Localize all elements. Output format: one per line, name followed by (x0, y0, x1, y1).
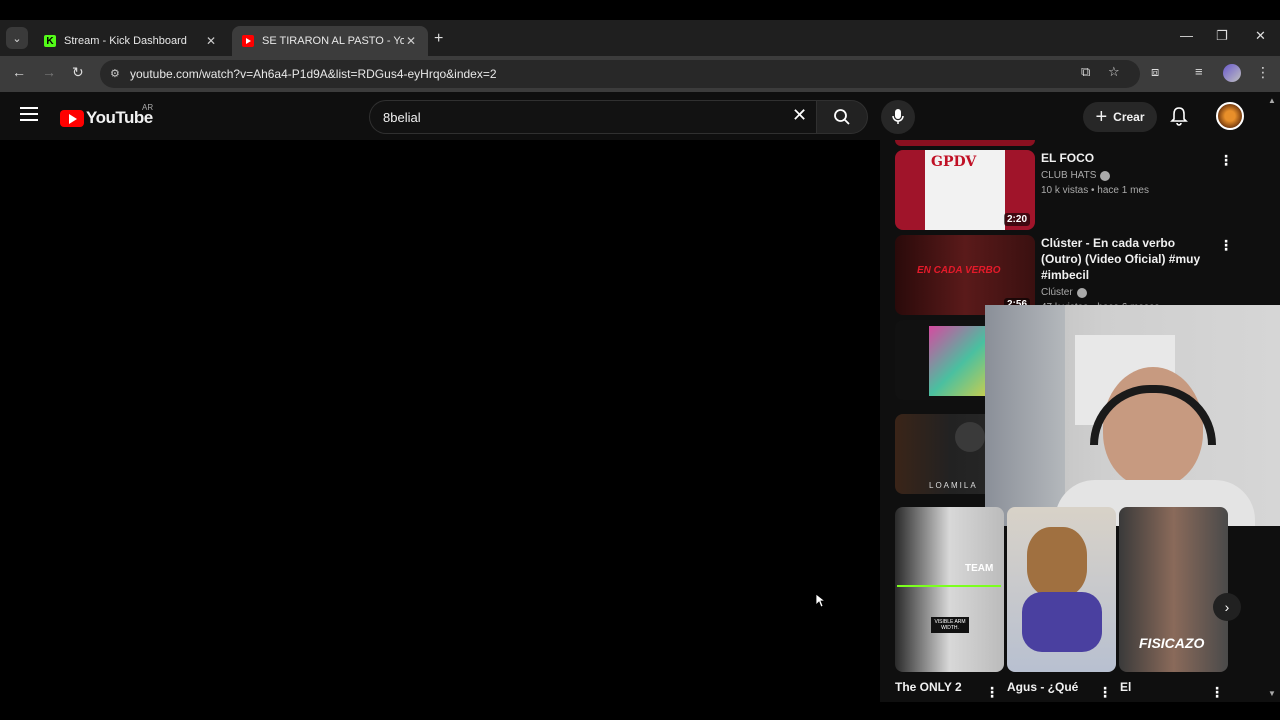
youtube-logo[interactable]: YouTube AR (60, 103, 153, 128)
tab-kick-dashboard[interactable]: K Stream - Kick Dashboard ✕ (34, 26, 228, 56)
verified-icon (1076, 287, 1087, 298)
media-controls-icon[interactable]: ≡ (1195, 64, 1203, 79)
curtain (985, 305, 1065, 526)
forward-button[interactable]: → (42, 64, 56, 80)
short-label: VISIBLE ARM WIDTH. (931, 617, 969, 633)
recommendation-item[interactable]: GPDV 2:20 EL FOCO CLUB HATS 10 k vistas … (895, 150, 1235, 230)
restore-button[interactable]: ❐ (1216, 28, 1228, 44)
minimize-button[interactable]: — (1180, 28, 1193, 43)
extensions-icon[interactable]: ⧈ (1151, 64, 1159, 80)
video-thumbnail[interactable]: GPDV 2:20 (895, 150, 1035, 230)
webcam-overlay (985, 305, 1280, 526)
tab-title: SE TIRARON AL PASTO - YouTube (262, 35, 404, 47)
video-player[interactable] (0, 140, 880, 702)
short-title[interactable]: Agus - ¿Qué (1007, 680, 1078, 694)
search-button[interactable] (816, 100, 868, 134)
bottom-bar (0, 702, 1280, 720)
search-icon (834, 109, 850, 125)
youtube-icon (242, 35, 254, 47)
create-button[interactable]: + Crear (1083, 102, 1157, 132)
video-thumbnail[interactable]: EN CADA VERBO 2:56 (895, 235, 1035, 315)
close-tab-icon[interactable]: ✕ (404, 34, 418, 48)
channel-name[interactable]: Clúster (1041, 287, 1073, 298)
short-overlay-text: FISICAZO (1139, 635, 1205, 651)
verified-icon (1100, 170, 1111, 181)
close-window-button[interactable]: ✕ (1255, 28, 1266, 44)
microphone-icon (892, 109, 904, 124)
more-options-icon[interactable]: ⋮ (1219, 237, 1233, 254)
bookmark-star-icon[interactable]: ☆ (1108, 64, 1120, 80)
plus-icon: + (1095, 105, 1108, 128)
video-title[interactable]: Clúster - En cada verbo (Outro) (Video O… (1041, 235, 1209, 283)
youtube-header: YouTube AR 8belial ✕ + Crear (0, 92, 1280, 140)
short-thumbnail[interactable]: FISICAZO (1119, 507, 1228, 672)
thumbnail-overlay-text: LOAMILA (929, 481, 978, 490)
browser-toolbar: ← → ↻ ⚙ youtube.com/watch?v=Ah6a4-P1d9A&… (0, 56, 1280, 92)
more-options-icon[interactable]: ⋮ (1098, 684, 1112, 701)
bell-icon (1170, 107, 1188, 126)
reload-button[interactable]: ↻ (72, 64, 84, 81)
menu-icon[interactable] (20, 107, 38, 125)
mouse-cursor-icon (816, 594, 826, 608)
site-info-icon[interactable]: ⚙ (110, 67, 120, 80)
short-thumbnail[interactable] (1007, 507, 1116, 672)
tab-title: Stream - Kick Dashboard (64, 35, 187, 47)
partial-thumbnail[interactable] (895, 140, 1035, 146)
country-code: AR (142, 103, 154, 112)
shorts-next-button[interactable]: › (1213, 593, 1241, 621)
search-input[interactable]: 8belial (369, 100, 816, 134)
scroll-down-arrow[interactable]: ▼ (1268, 689, 1276, 698)
top-bar (0, 0, 1280, 20)
search-value: 8belial (383, 109, 421, 125)
more-options-icon[interactable]: ⋮ (985, 684, 999, 701)
kick-icon: K (44, 35, 56, 47)
short-title[interactable]: El (1120, 680, 1131, 694)
clear-search-icon[interactable]: ✕ (792, 105, 807, 126)
video-stats: 10 k vistas • hace 1 mes (1041, 185, 1149, 196)
close-tab-icon[interactable]: ✕ (204, 34, 218, 48)
tab-search-dropdown[interactable]: ⌄ (6, 27, 28, 49)
scroll-up-arrow[interactable]: ▲ (1268, 96, 1276, 105)
thumbnail-art (1022, 592, 1102, 652)
create-label: Crear (1113, 110, 1145, 124)
shorts-shelf: TEAM VISIBLE ARM WIDTH. FISICAZO › (895, 507, 1241, 672)
short-overlay-text: TEAM (965, 563, 994, 574)
voice-search-button[interactable] (881, 100, 915, 134)
notifications-button[interactable] (1170, 106, 1188, 131)
install-app-icon[interactable]: ⧉ (1081, 64, 1090, 80)
address-bar[interactable]: ⚙ youtube.com/watch?v=Ah6a4-P1d9A&list=R… (100, 60, 1140, 88)
back-button[interactable]: ← (12, 64, 26, 80)
account-avatar[interactable] (1216, 102, 1244, 130)
browser-menu-icon[interactable]: ⋮ (1256, 64, 1270, 81)
thumbnail-art (955, 422, 985, 452)
channel-name[interactable]: CLUB HATS (1041, 170, 1096, 181)
more-options-icon[interactable]: ⋮ (1219, 152, 1233, 169)
short-title[interactable]: The ONLY 2 (895, 680, 962, 694)
video-title[interactable]: EL FOCO (1041, 150, 1209, 166)
recommendation-item[interactable]: EN CADA VERBO 2:56 Clúster - En cada ver… (895, 235, 1235, 315)
thumbnail-art (1027, 527, 1087, 597)
more-options-icon[interactable]: ⋮ (1210, 684, 1224, 701)
tab-strip: ⌄ K Stream - Kick Dashboard ✕ SE TIRARON… (0, 20, 1280, 56)
arrow-line (897, 585, 1001, 587)
profile-avatar[interactable] (1223, 64, 1241, 82)
duration-badge: 2:20 (1003, 213, 1030, 226)
address-text: youtube.com/watch?v=Ah6a4-P1d9A&list=RDG… (130, 67, 497, 81)
short-thumbnail[interactable]: TEAM VISIBLE ARM WIDTH. (895, 507, 1004, 672)
tab-youtube[interactable]: SE TIRARON AL PASTO - YouTube ✕ (232, 26, 428, 56)
new-tab-button[interactable]: + (434, 30, 443, 48)
youtube-play-icon (60, 109, 84, 127)
